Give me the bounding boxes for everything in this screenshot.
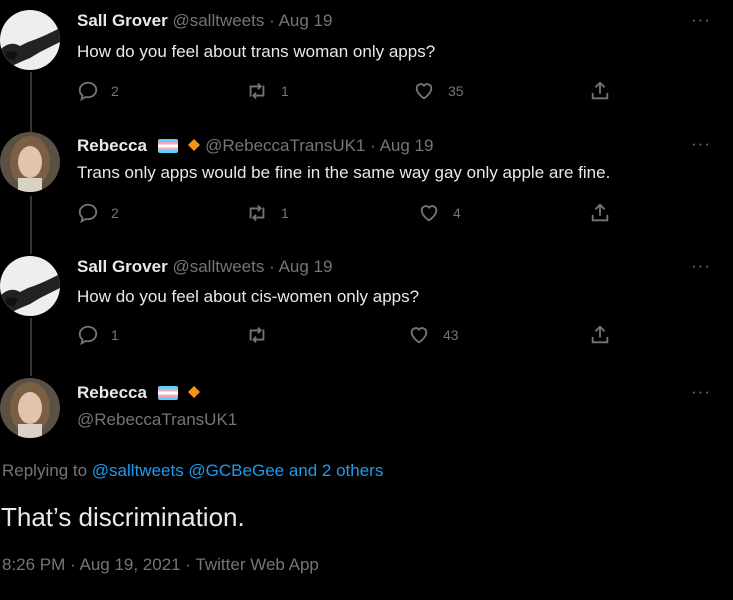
tweet-date[interactable]: Aug 19	[279, 257, 333, 276]
reply-icon	[78, 203, 98, 224]
tweet-text: How do you feel about trans woman only a…	[77, 42, 436, 61]
reply-button[interactable]: 2	[77, 80, 119, 102]
reply-count: 2	[111, 83, 119, 99]
avatar[interactable]	[0, 378, 60, 438]
replying-prefix: Replying to	[2, 461, 88, 480]
author-name[interactable]: Sall Grover	[77, 11, 168, 30]
more-options-button[interactable]: ···	[691, 134, 711, 154]
replying-to-links[interactable]: @salltweets @GCBeGee and 2 others	[92, 461, 384, 480]
like-button[interactable]: 35	[412, 80, 464, 102]
author-name[interactable]: Rebecca	[77, 383, 147, 402]
tweet-date[interactable]: Aug 19	[380, 136, 434, 155]
reply-icon	[78, 81, 98, 102]
tweet-text: How do you feel about cis-women only app…	[77, 287, 420, 306]
tweet-timestamp[interactable]: 8:26 PM · Aug 19, 2021 · Twitter Web App	[2, 555, 319, 575]
trans-flag-icon	[157, 139, 178, 153]
like-button[interactable]: 4	[417, 202, 461, 224]
more-options-button[interactable]: ···	[691, 10, 711, 30]
tweet-text: Trans only apps would be fine in the sam…	[77, 163, 611, 182]
retweet-icon	[249, 327, 265, 343]
retweet-icon	[249, 83, 265, 99]
retweet-icon	[249, 205, 265, 221]
reply-button[interactable]: 1	[77, 324, 119, 346]
tweet[interactable]: Rebecca @RebeccaTransUK1 · Aug 19 ··· Tr…	[0, 122, 733, 244]
tweet-date[interactable]: Aug 19	[279, 11, 333, 30]
heart-icon	[415, 83, 433, 100]
share-button[interactable]	[589, 202, 623, 224]
like-button[interactable]: 43	[407, 324, 459, 346]
retweet-button[interactable]: 1	[245, 202, 289, 224]
author-name[interactable]: Sall Grover	[77, 257, 168, 276]
share-icon	[591, 81, 609, 100]
more-options-button[interactable]: ···	[691, 382, 711, 402]
tweet[interactable]: Sall Grover @salltweets · Aug 19 ··· How…	[0, 246, 733, 368]
author-handle[interactable]: @RebeccaTransUK1	[205, 136, 365, 155]
separator-dot: ·	[269, 257, 275, 276]
author-handle[interactable]: @RebeccaTransUK1	[77, 410, 237, 429]
retweet-button[interactable]: 1	[245, 80, 289, 102]
author-handle[interactable]: @salltweets	[172, 11, 264, 30]
diamond-badge-icon	[188, 139, 201, 151]
heart-icon	[420, 205, 438, 222]
retweet-button[interactable]	[245, 324, 281, 346]
avatar[interactable]	[0, 10, 60, 70]
diamond-badge-icon	[188, 386, 201, 398]
retweet-count: 1	[281, 205, 289, 221]
reply-button[interactable]: 2	[77, 202, 119, 224]
share-button[interactable]	[589, 324, 623, 346]
trans-flag-icon	[157, 386, 178, 400]
share-button[interactable]	[589, 80, 623, 102]
tweet-text: That’s discrimination.	[1, 502, 245, 532]
avatar[interactable]	[0, 256, 60, 316]
more-options-button[interactable]: ···	[691, 256, 711, 276]
reply-icon	[78, 325, 98, 346]
tweet[interactable]: Sall Grover @salltweets · Aug 19 ··· How…	[0, 0, 733, 120]
share-icon	[591, 203, 609, 222]
heart-icon	[410, 327, 428, 344]
separator-dot: ·	[269, 11, 275, 30]
separator-dot: ·	[370, 136, 376, 155]
reply-count: 2	[111, 205, 119, 221]
like-count: 35	[448, 83, 464, 99]
author-name[interactable]: Rebecca	[77, 136, 147, 155]
replying-to: Replying to @salltweets @GCBeGee and 2 o…	[2, 461, 383, 481]
avatar[interactable]	[0, 132, 60, 192]
like-count: 43	[443, 327, 459, 343]
share-icon	[591, 325, 609, 344]
like-count: 4	[453, 205, 461, 221]
reply-count: 1	[111, 327, 119, 343]
author-handle[interactable]: @salltweets	[172, 257, 264, 276]
retweet-count: 1	[281, 83, 289, 99]
